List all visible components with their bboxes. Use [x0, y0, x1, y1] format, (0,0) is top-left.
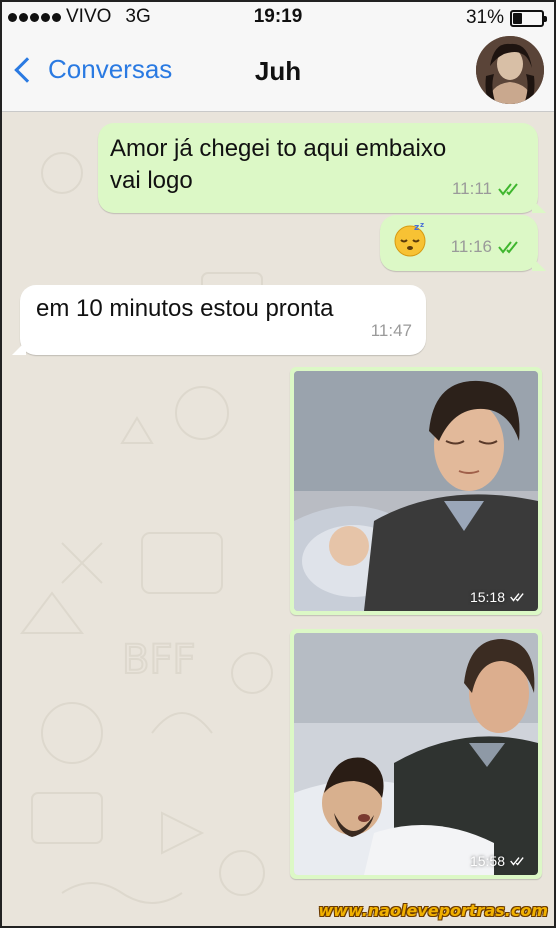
back-button[interactable]: Conversas: [12, 54, 172, 85]
chevron-left-icon: [14, 56, 40, 83]
battery-fill: [513, 12, 522, 24]
message-meta: 15:18: [470, 589, 528, 605]
site-watermark: www.naoleveportras.com: [318, 901, 548, 920]
phone-screen: VIVO 3G 19:19 31% Conversas Juh BFF Amor…: [0, 0, 556, 928]
bubble-tail: [532, 199, 546, 213]
sleeping-face-icon: z z: [392, 221, 428, 257]
bubble-tail: [12, 341, 26, 355]
image-message[interactable]: 15:58: [290, 629, 542, 879]
signal-strength-icon: [8, 12, 61, 22]
back-button-label: Conversas: [48, 54, 173, 84]
message-text: em 10 minutos estou pronta: [36, 295, 334, 322]
battery-indicator: 31%: [465, 7, 547, 29]
message-meta: 11:11: [452, 173, 524, 205]
message-meta: 11:16: [451, 231, 524, 263]
message-bubble-outgoing[interactable]: Amor já chegei to aqui embaixo vai logo …: [98, 123, 546, 213]
message-time: 11:16: [450, 237, 492, 256]
avatar-photo: [476, 36, 544, 104]
message-line: vai logo: [110, 167, 193, 194]
network-type: 3G: [125, 6, 151, 27]
svg-text:BFF: BFF: [122, 637, 195, 683]
chat-header: Conversas Juh: [2, 32, 554, 112]
message-meta: 15:58: [470, 853, 528, 869]
message-text: Amor já chegei to aqui embaixo vai logo: [110, 133, 446, 197]
status-bar: VIVO 3G 19:19 31%: [2, 2, 554, 32]
message-time: 11:11: [451, 179, 492, 198]
message-bubble-incoming[interactable]: em 10 minutos estou pronta 11:47: [12, 285, 426, 355]
delivered-ticks-icon: [510, 857, 524, 866]
photo-father-and-grown-son[interactable]: 15:58: [294, 633, 538, 875]
svg-text:z: z: [414, 223, 419, 233]
message-meta: 11:47: [371, 315, 412, 347]
read-ticks-icon: [498, 183, 518, 196]
message-time: 15:58: [469, 853, 505, 869]
read-ticks-icon: [498, 241, 518, 254]
battery-percent: 31%: [465, 7, 504, 28]
message-time: 15:18: [469, 589, 505, 605]
bubble-tail: [532, 257, 546, 271]
contact-avatar[interactable]: [476, 36, 544, 104]
message-bubble-outgoing[interactable]: z z 11:16: [380, 215, 546, 271]
carrier-name: VIVO: [66, 6, 112, 27]
message-time: 11:47: [370, 321, 412, 340]
battery-icon: [510, 9, 547, 27]
delivered-ticks-icon: [510, 593, 524, 602]
chat-area[interactable]: BFF Amor já chegei to aqui embaixo vai l…: [2, 113, 554, 926]
image-message[interactable]: 15:18: [290, 367, 542, 615]
message-line: Amor já chegei to aqui embaixo: [110, 135, 447, 162]
photo-father-and-baby[interactable]: 15:18: [294, 371, 538, 611]
svg-text:z: z: [420, 221, 424, 229]
